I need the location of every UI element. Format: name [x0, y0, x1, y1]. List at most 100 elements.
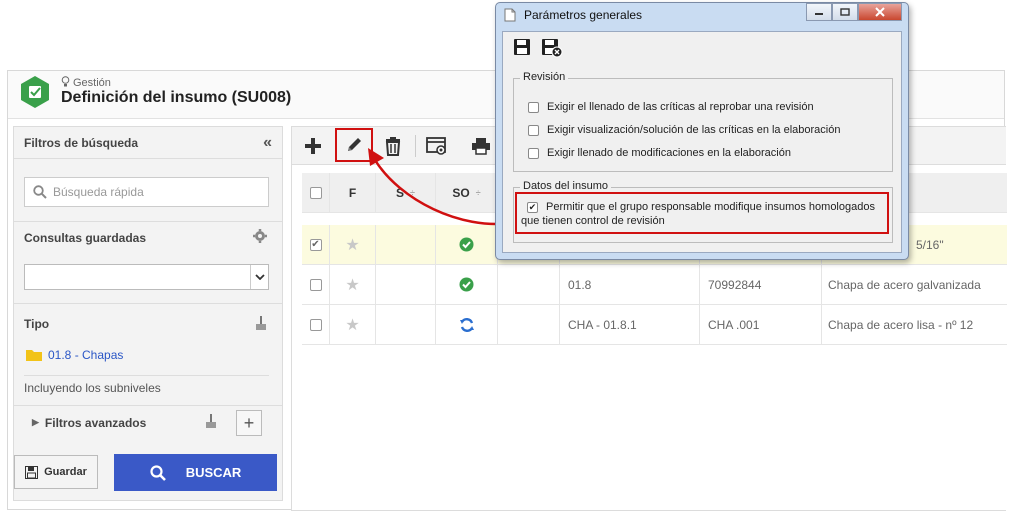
table-cell: CHA .001 [700, 305, 822, 344]
table-row[interactable]: ★ 01.8 70992844 Chapa de acero galvaniza… [302, 265, 1007, 305]
view-icon[interactable] [422, 131, 452, 161]
revision-option-label: Exigir visualización/solución de las crí… [547, 124, 841, 136]
include-sublevels-text: Incluyendo los subniveles [24, 381, 161, 395]
checkbox[interactable] [528, 101, 539, 113]
revision-option-label: Exigir el llenado de las críticas al rep… [547, 101, 814, 113]
save-icon[interactable] [513, 38, 531, 56]
column-header-so[interactable]: SO ÷ [436, 173, 498, 212]
close-icon [875, 7, 885, 17]
broom-icon[interactable] [204, 413, 218, 429]
search-icon [150, 464, 166, 481]
filters-title: Filtros de búsqueda [24, 135, 139, 150]
breadcrumb-label: Gestión [73, 77, 111, 89]
collapse-icon[interactable]: « [263, 134, 272, 152]
table-cell [376, 305, 436, 344]
row-checkbox[interactable] [302, 305, 330, 344]
divider [14, 221, 282, 222]
approved-icon [436, 265, 498, 304]
checkbox[interactable] [309, 278, 322, 291]
table-row[interactable]: ★ CHA - 01.8.1 CHA .001 Chapa de acero l… [302, 305, 1007, 345]
checkbox[interactable] [528, 124, 539, 136]
star-icon[interactable]: ★ [330, 305, 376, 344]
gear-icon[interactable] [252, 228, 268, 244]
revision-option-3[interactable]: Exigir llenado de modificaciones en la e… [528, 147, 791, 159]
table-cell [376, 265, 436, 304]
toolbar-separator [415, 135, 416, 157]
folder-icon [26, 350, 42, 361]
search-placeholder: Búsqueda rápida [53, 185, 144, 199]
table-cell [498, 265, 560, 304]
save-button-label: Guardar [44, 466, 87, 478]
divider [24, 375, 269, 376]
table-cell: 70992844 [700, 265, 822, 304]
row-checkbox[interactable] [302, 265, 330, 304]
sort-icon: ÷ [410, 187, 415, 198]
save-and-close-icon[interactable] [541, 38, 563, 58]
breadcrumb: Gestión [61, 76, 111, 90]
column-header-s[interactable]: S ÷ [376, 173, 436, 212]
dialog-body: Revisión Exigir el llenado de las crític… [502, 31, 902, 253]
checkbox[interactable] [528, 147, 539, 159]
table-cell: 01.8 [560, 265, 700, 304]
filters-header: Filtros de búsqueda « [14, 127, 282, 159]
table-cell: Chapa de acero galvanizada [828, 277, 981, 292]
chevron-down-icon [250, 265, 268, 289]
print-icon[interactable] [466, 131, 496, 161]
highlighted-option[interactable]: ✔ Permitir que el grupo responsable modi… [515, 192, 889, 234]
saved-queries-label: Consultas guardadas [24, 231, 147, 245]
caret-right-icon: ▶ [32, 417, 39, 427]
add-filter-button[interactable]: + [236, 410, 262, 436]
data-legend: Datos del insumo [520, 180, 611, 192]
star-icon[interactable]: ★ [330, 265, 376, 304]
search-button-label: BUSCAR [185, 465, 242, 480]
revision-fieldset: Revisión Exigir el llenado de las crític… [513, 71, 893, 172]
revision-legend: Revisión [520, 71, 569, 83]
tipo-item-chapas[interactable]: 01.8 - Chapas [26, 348, 123, 362]
revision-option-2[interactable]: Exigir visualización/solución de las crí… [528, 124, 840, 136]
saved-queries-select[interactable] [24, 264, 269, 290]
table-cell: CHA - 01.8.1 [560, 305, 700, 344]
checkbox-checked[interactable]: ✔ [309, 238, 322, 251]
table-cell [498, 305, 560, 344]
search-input[interactable]: Búsqueda rápida [24, 177, 269, 207]
add-icon[interactable] [298, 131, 328, 161]
data-option[interactable]: ✔ Permitir que el grupo responsable modi… [521, 200, 875, 228]
data-option-line2: que tienen control de revisión [521, 215, 665, 227]
trash-icon[interactable] [378, 131, 408, 161]
divider [14, 303, 282, 304]
close-button[interactable] [858, 3, 902, 21]
checkbox-checked[interactable]: ✔ [527, 201, 538, 213]
app-logo-icon [21, 76, 49, 108]
data-option-line1: Permitir que el grupo responsable modifi… [546, 201, 875, 213]
lightbulb-icon [61, 76, 70, 90]
maximize-button[interactable] [832, 3, 858, 21]
broom-icon[interactable] [254, 315, 268, 331]
tipo-label: Tipo [24, 317, 50, 331]
revision-option-1[interactable]: Exigir el llenado de las críticas al rep… [528, 101, 814, 113]
pencil-icon [348, 138, 361, 151]
window-controls [806, 3, 902, 21]
approved-icon [436, 225, 498, 264]
search-button[interactable]: BUSCAR [114, 454, 277, 491]
column-header-f[interactable]: F [330, 173, 376, 212]
filters-panel: Filtros de búsqueda « Búsqueda rápida Co… [13, 126, 283, 501]
revision-icon [436, 305, 498, 344]
checkbox[interactable] [309, 318, 322, 331]
column-header-so-label: SO [452, 185, 470, 200]
advanced-filters-label: Filtros avanzados [44, 415, 147, 430]
dialog-toolbar [513, 38, 563, 58]
row-checkbox[interactable]: ✔ [302, 225, 330, 264]
table-cell [376, 225, 436, 264]
select-all-checkbox[interactable] [302, 173, 330, 212]
general-parameters-dialog: Parámetros generales Revisión Exigir el … [495, 2, 909, 260]
table-cell: Chapa de acero lisa - nº 12 [828, 317, 974, 332]
sort-icon: ÷ [475, 187, 481, 198]
save-icon [25, 465, 39, 479]
tipo-item-label: 01.8 - Chapas [48, 348, 124, 362]
document-icon [504, 8, 516, 22]
star-icon[interactable]: ★ [330, 225, 376, 264]
minimize-button[interactable] [806, 3, 832, 21]
edit-button[interactable] [335, 128, 373, 162]
checkbox[interactable] [309, 186, 322, 199]
save-button[interactable]: Guardar [14, 455, 98, 489]
